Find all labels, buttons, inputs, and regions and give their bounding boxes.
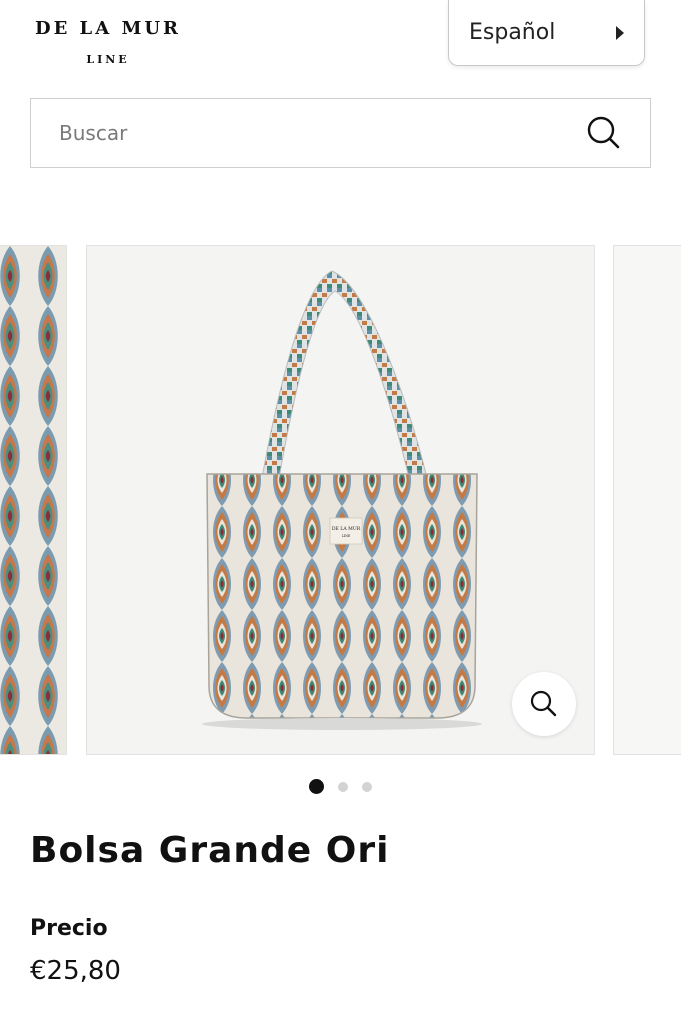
pagination-dot-3[interactable] (362, 782, 372, 792)
bag-label-line2: LINE (342, 534, 351, 538)
language-label: Español (469, 20, 556, 45)
search-button[interactable] (586, 115, 622, 151)
gallery-slide-previous[interactable] (0, 245, 67, 755)
store-logo[interactable]: DE LA MUR LINE (28, 18, 188, 66)
pagination-dot-1[interactable] (309, 779, 324, 794)
bag-label-line1: DE LA MUR (332, 526, 361, 532)
product-title: Bolsa Grande Ori (30, 830, 390, 871)
product-gallery[interactable]: DE LA MUR LINE (0, 245, 681, 757)
pagination-dot-2[interactable] (338, 782, 348, 792)
gallery-slide-next[interactable] (613, 245, 681, 755)
language-selector[interactable]: Español (448, 0, 645, 66)
logo-line2: LINE (86, 53, 130, 66)
search-icon (587, 116, 620, 149)
zoom-icon (530, 690, 557, 717)
product-image-partial (0, 246, 66, 754)
caret-right-icon (616, 25, 624, 40)
search-input[interactable] (59, 121, 576, 145)
logo-line1: DE LA MUR (34, 18, 182, 39)
search-bar (30, 98, 651, 168)
price-value: €25,80 (30, 956, 121, 986)
product-image: DE LA MUR LINE (202, 270, 482, 730)
gallery-slide-active[interactable]: DE LA MUR LINE (86, 245, 595, 755)
price-label: Precio (30, 916, 108, 941)
gallery-pagination (0, 779, 681, 794)
zoom-button[interactable] (512, 672, 576, 736)
